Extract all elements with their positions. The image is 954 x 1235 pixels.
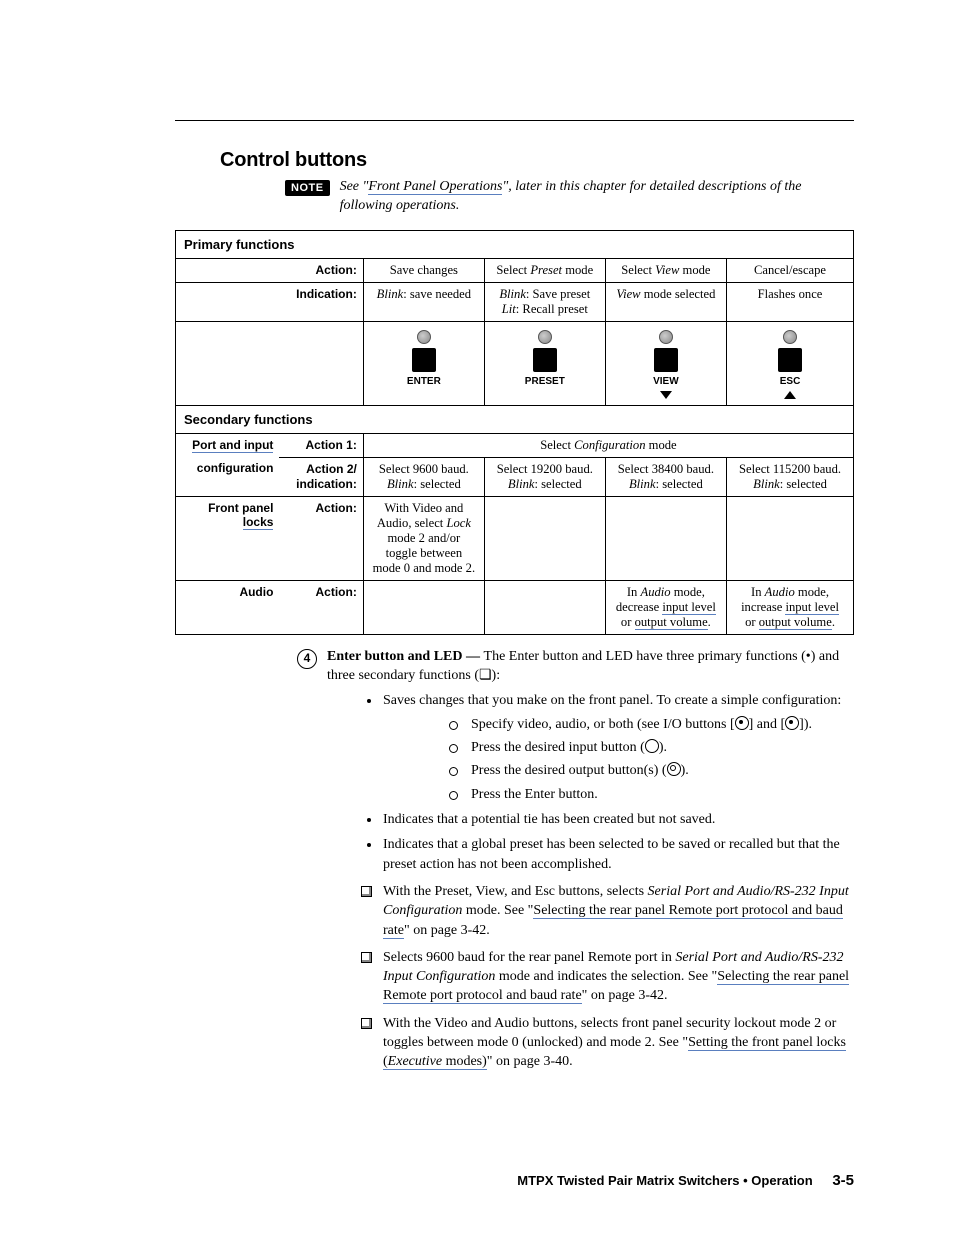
step-output: Press the desired output button(s) (). [467, 761, 854, 780]
action-label: Action: [279, 258, 363, 282]
baud-38400: Select 38400 baud.Blink: selected [605, 457, 726, 496]
primary-action-esc: Cancel/escape [727, 258, 854, 282]
sq-9600-baud: Selects 9600 baud for the rear panel Rem… [381, 948, 854, 1006]
page: Control buttons NOTE See "Front Panel Op… [0, 0, 954, 1235]
audio-view-action: In Audio mode,decrease input levelor out… [605, 580, 726, 634]
input-button-icon[interactable] [645, 739, 659, 753]
note: NOTE See "Front Panel Operations", later… [285, 178, 854, 216]
sq-config-mode: With the Preset, View, and Esc buttons, … [381, 882, 854, 940]
triangle-down-icon [660, 391, 672, 399]
secondary-bullets: With the Preset, View, and Esc buttons, … [327, 882, 854, 1072]
button-esc: ESC [727, 321, 854, 405]
primary-ind-view: View mode selected [605, 282, 726, 321]
step-input: Press the desired input button (). [467, 738, 854, 757]
sq-locks: With the Video and Audio buttons, select… [381, 1014, 854, 1072]
action1-label: Action 1: [279, 433, 363, 457]
top-rule [175, 120, 854, 121]
primary-bullets: Saves changes that you make on the front… [327, 691, 854, 874]
baud-9600: Select 9600 baud.Blink: selected [363, 457, 484, 496]
note-link[interactable]: Front Panel Operations [368, 179, 502, 195]
led-icon [417, 330, 431, 344]
item-body: Enter button and LED — The Enter button … [327, 647, 854, 1080]
output-button-icon[interactable] [667, 762, 681, 776]
section-heading: Control buttons [220, 149, 854, 172]
audio-esc-action: In Audio mode,increase input levelor out… [727, 580, 854, 634]
bullet-save: Saves changes that you make on the front… [381, 691, 854, 804]
audio-label: Audio [176, 580, 280, 634]
item-lead: Enter button and LED — [327, 649, 484, 664]
primary-ind-esc: Flashes once [727, 282, 854, 321]
sub-steps: Specify video, audio, or both (see I/O b… [383, 715, 854, 804]
baud-19200: Select 19200 baud.Blink: selected [484, 457, 605, 496]
key-icon [533, 348, 557, 372]
step-specify: Specify video, audio, or both (see I/O b… [467, 715, 854, 734]
footer: MTPX Twisted Pair Matrix Switchers • Ope… [517, 1172, 854, 1189]
baud-115200: Select 115200 baud.Blink: selected [727, 457, 854, 496]
secondary-action1: Select Configuration mode [363, 433, 853, 457]
led-icon [659, 330, 673, 344]
indication-label: Indication: [279, 282, 363, 321]
footer-title: MTPX Twisted Pair Matrix Switchers • Ope… [517, 1173, 812, 1188]
io-button-6-icon[interactable] [735, 716, 749, 730]
locks-action: With Video andAudio, select Lockmode 2 a… [363, 496, 484, 580]
triangle-up-icon [784, 391, 796, 399]
key-icon [778, 348, 802, 372]
key-icon [412, 348, 436, 372]
key-icon [654, 348, 678, 372]
bullet-potential-tie: Indicates that a potential tie has been … [381, 810, 854, 829]
primary-action-view: Select View mode [605, 258, 726, 282]
note-badge: NOTE [285, 180, 330, 196]
button-preset: PRESET [484, 321, 605, 405]
action2-label: Action 2/indication: [279, 457, 363, 496]
primary-functions-header: Primary functions [176, 230, 854, 258]
primary-ind-enter: Blink: save needed [363, 282, 484, 321]
note-text: See "Front Panel Operations", later in t… [340, 178, 854, 216]
led-icon [783, 330, 797, 344]
page-number: 3-5 [832, 1172, 854, 1189]
configuration-label: configuration [176, 457, 280, 496]
secondary-functions-header: Secondary functions [176, 405, 854, 433]
button-view: VIEW [605, 321, 726, 405]
primary-action-enter: Save changes [363, 258, 484, 282]
item-number: 4 [297, 649, 317, 669]
item-4: 4 Enter button and LED — The Enter butto… [297, 647, 854, 1080]
bullet-global-preset: Indicates that a global preset has been … [381, 835, 854, 874]
button-enter: ENTER [363, 321, 484, 405]
io-button-7-icon[interactable] [785, 716, 799, 730]
front-panel-locks-label: Front panellocks [176, 496, 280, 580]
step-enter: Press the Enter button. [467, 785, 854, 804]
led-icon [538, 330, 552, 344]
primary-ind-preset: Blink: Save presetLit: Recall preset [484, 282, 605, 321]
primary-action-preset: Select Preset mode [484, 258, 605, 282]
port-input-label: Port and input [176, 433, 280, 457]
functions-table: Primary functions Action: Save changes S… [175, 230, 854, 635]
